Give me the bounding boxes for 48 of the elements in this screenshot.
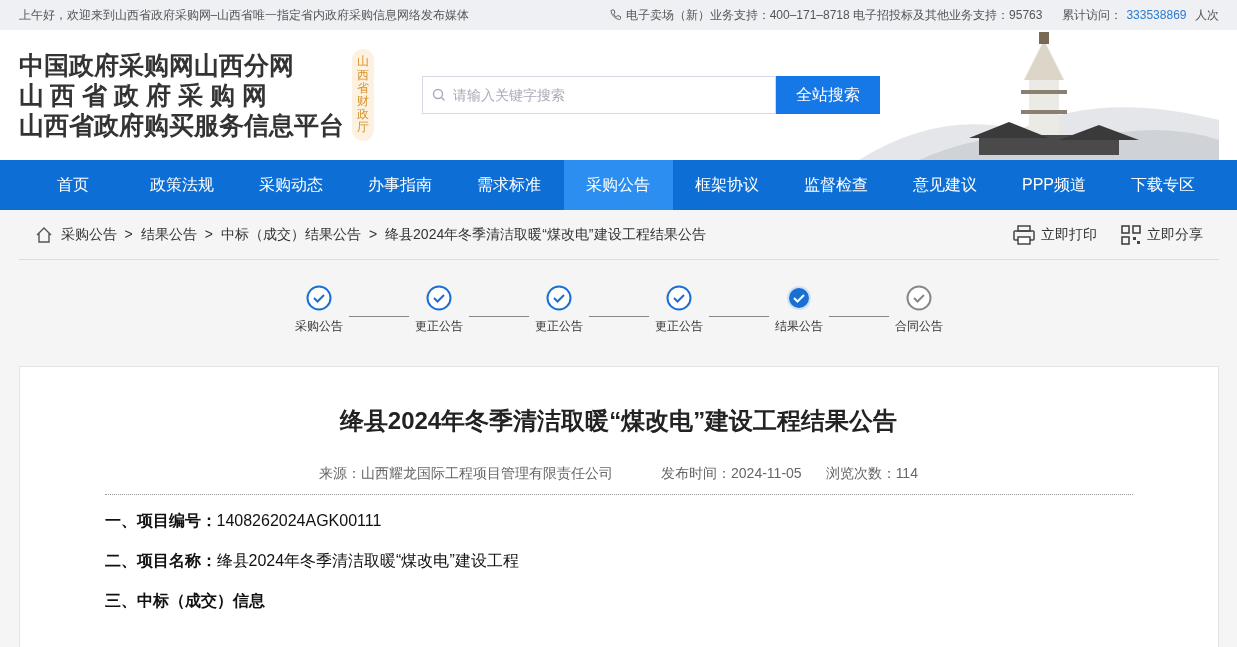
nav-tab[interactable]: 政策法规	[127, 160, 237, 210]
qr-code-icon	[1120, 224, 1141, 245]
breadcrumb-separator: >	[368, 225, 378, 244]
nav-tab[interactable]: 办事指南	[345, 160, 455, 210]
meta-text: 发布时间：2024-11-05	[661, 464, 802, 483]
field-text: 一、项目编号：1408262024AGK00111	[104, 511, 383, 531]
visit-count: 333538869	[1126, 7, 1187, 24]
nav-tab[interactable]: 意见建议	[890, 160, 1000, 210]
breadcrumb-separator: >	[124, 225, 133, 244]
visits-label: 累计访问：	[1062, 7, 1123, 24]
support-text: 电子卖场（新）业务支持：400–171–8718 电子招投标及其他业务支持：95763	[625, 7, 1043, 24]
nav-tab[interactable]: 框架协议	[672, 160, 782, 210]
search-field[interactable]: 请输入关键字搜索	[421, 76, 776, 114]
print-link[interactable]: 立即打印	[1012, 224, 1097, 245]
article-title: 绛县2024年冬季清洁取暖“煤改电”建设工程结果公告	[338, 406, 899, 436]
nav-tab[interactable]: 需求标准	[454, 160, 564, 210]
step-label: 更正公告	[654, 318, 703, 335]
logo-text: 山西省政府购买服务信息平台	[18, 110, 344, 140]
logo-text: 中国政府采购网山西分网	[18, 50, 295, 80]
nav-tab[interactable]: 采购公告	[563, 160, 673, 210]
search-button[interactable]: 全站搜索	[775, 76, 880, 114]
share-link[interactable]: 立即分享	[1120, 224, 1203, 245]
nav-tab[interactable]: 采购动态	[236, 160, 346, 210]
department-seal: 山西省财政厅	[351, 49, 374, 141]
step-label: 更正公告	[414, 318, 463, 335]
step-label: 合同公告	[894, 318, 943, 335]
welcome-text: 上午好，欢迎来到山西省政府采购网–山西省唯一指定省内政府采购信息网络发布媒体	[18, 7, 470, 24]
breadcrumb-link[interactable]: 采购公告	[60, 224, 117, 245]
home-icon[interactable]	[34, 225, 53, 244]
breadcrumb-link[interactable]: 中标（成交）结果公告	[220, 224, 361, 245]
breadcrumb-separator: >	[204, 225, 213, 244]
phone-icon	[609, 9, 622, 21]
step-label: 结果公告	[774, 318, 823, 335]
meta-text: 浏览次数：114	[825, 464, 918, 483]
breadcrumb-link[interactable]: 绛县2024年冬季清洁取暖“煤改电”建设工程结果公告	[385, 224, 706, 245]
nav-tab[interactable]: 监督检查	[781, 160, 891, 210]
nav-tab[interactable]: PPP频道	[999, 160, 1109, 210]
nav-tab[interactable]: 首页	[18, 160, 128, 210]
section-heading: 三、中标（成交）信息	[104, 591, 266, 611]
breadcrumb-link[interactable]: 结果公告	[140, 224, 197, 245]
meta-text: 来源：山西耀龙国际工程项目管理有限责任公司	[319, 464, 614, 483]
field-text: 二、项目名称：绛县2024年冬季清洁取暖“煤改电”建设工程	[104, 551, 520, 571]
visits-unit: 人次	[1194, 7, 1219, 24]
printer-icon	[1012, 224, 1035, 245]
step-label: 采购公告	[294, 318, 343, 335]
logo-text: 山 西 省 政 府 采 购 网	[18, 80, 269, 110]
step-label: 更正公告	[534, 318, 583, 335]
nav-tab[interactable]: 下载专区	[1108, 160, 1218, 210]
